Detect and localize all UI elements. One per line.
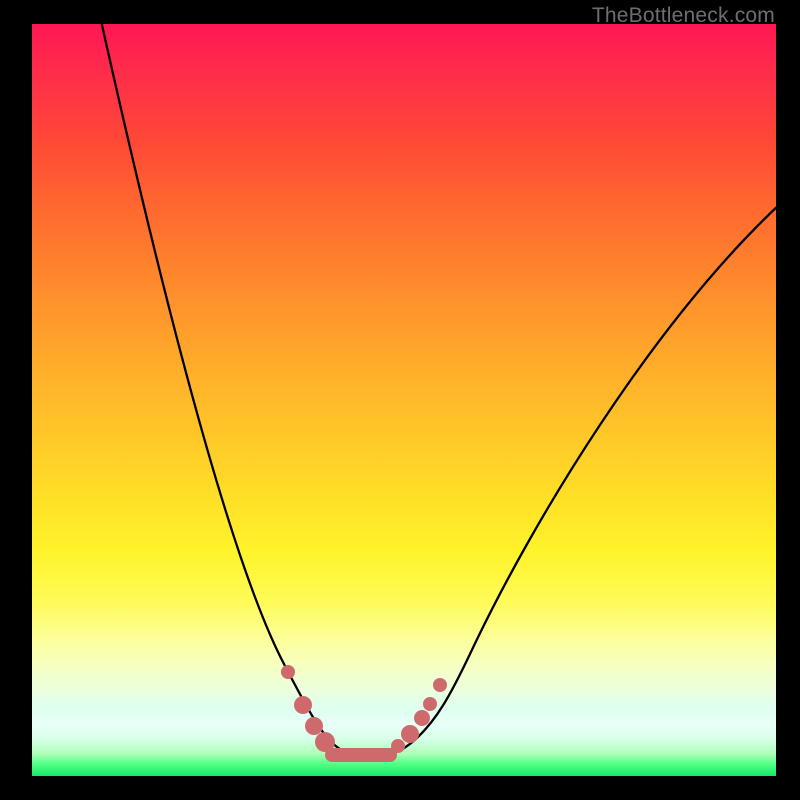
curve-marker	[401, 725, 419, 743]
curve-marker	[433, 678, 447, 692]
curve-marker	[281, 665, 295, 679]
curve-layer	[32, 24, 776, 776]
chart-frame: TheBottleneck.com	[0, 0, 800, 800]
watermark-text: TheBottleneck.com	[592, 4, 775, 28]
curve-marker	[391, 739, 405, 753]
curve-marker	[315, 732, 335, 752]
curve-marker	[423, 697, 437, 711]
plot-area	[32, 24, 776, 776]
curve-marker	[414, 710, 430, 726]
bottleneck-curve	[100, 16, 780, 757]
curve-marker	[305, 717, 323, 735]
curve-marker	[294, 696, 312, 714]
